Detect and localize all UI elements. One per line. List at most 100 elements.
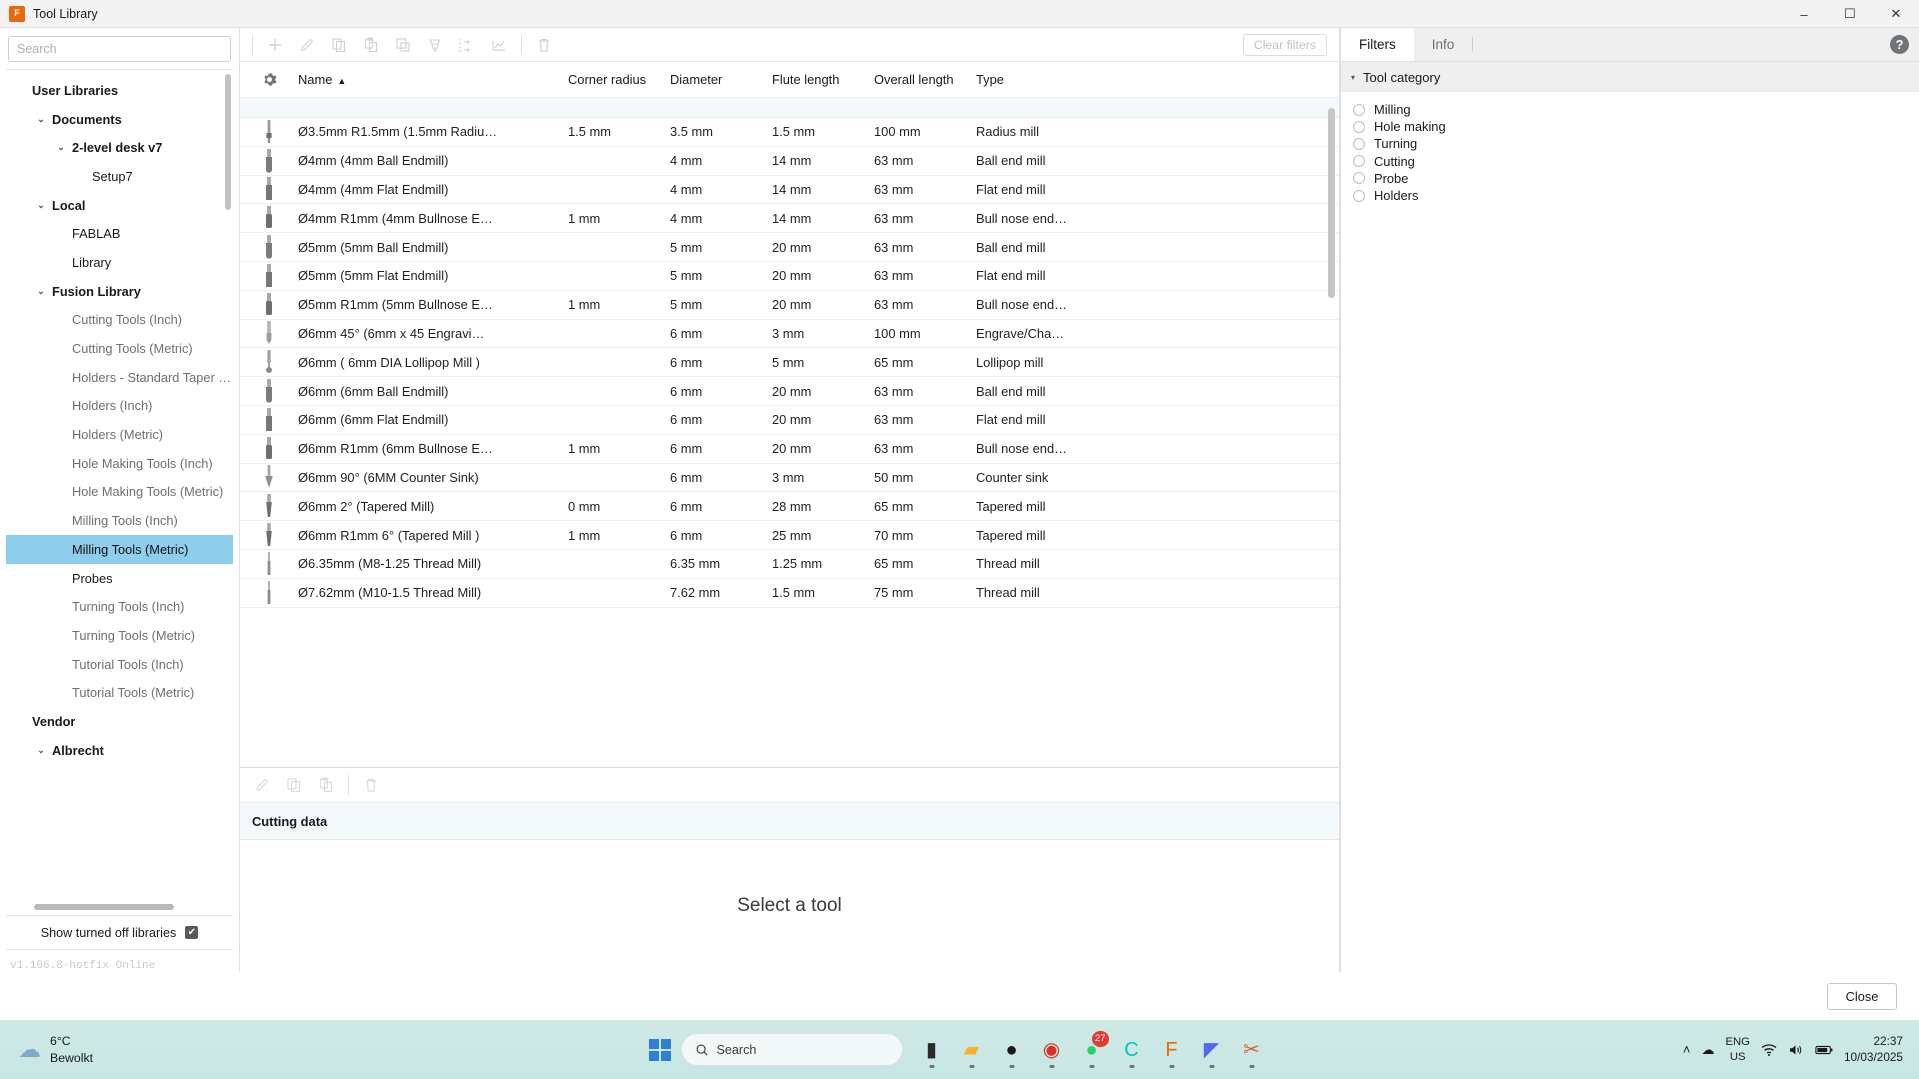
column-header-type[interactable]: Type <box>976 72 1339 87</box>
help-icon[interactable]: ? <box>1890 35 1909 54</box>
show-hidden-icons-chevron[interactable]: ˄ <box>1683 1042 1691 1057</box>
taskview-icon[interactable]: ▮ <box>913 1030 951 1070</box>
column-header-overall-length[interactable]: Overall length <box>874 72 976 87</box>
tree-item-hole-making-tools-inch[interactable]: Hole Making Tools (Inch) <box>6 449 233 478</box>
tree-item-tutorial-tools-metric[interactable]: Tutorial Tools (Metric) <box>6 678 233 707</box>
tree-item-holders-standard-taper-blank[interactable]: Holders - Standard Taper Blank <box>6 363 233 392</box>
tree-item-cutting-tools-inch[interactable]: Cutting Tools (Inch) <box>6 306 233 335</box>
radio-button[interactable] <box>1353 103 1365 116</box>
weather-widget[interactable]: ☁ 6°C Bewolkt <box>18 1033 93 1066</box>
cutting-data-tab[interactable]: Cutting data <box>240 802 1339 840</box>
filter-option-milling[interactable]: Milling <box>1341 101 1919 118</box>
table-row[interactable]: Ø7.62mm (M10-1.5 Thread Mill) 7.62 mm 1.5 … <box>240 579 1339 608</box>
tool-category-section-header[interactable]: ▾ Tool category <box>1341 62 1919 92</box>
show-turned-off-libraries-row[interactable]: Show turned off libraries ✔ <box>6 916 233 950</box>
tree-item-local[interactable]: ⌄ Local <box>6 191 233 220</box>
table-row[interactable]: Ø5mm R1mm (5mm Bullnose E… 1 mm 5 mm 20 mm 6… <box>240 291 1339 320</box>
whatsapp-icon[interactable]: ● 27 <box>1073 1030 1111 1070</box>
table-rows-container[interactable]: Ø3.5mm R1.5mm (1.5mm Radiu… 1.5 mm 3.5 mm 1… <box>240 98 1339 767</box>
table-row[interactable]: Ø3.5mm R1.5mm (1.5mm Radiu… 1.5 mm 3.5 mm 1… <box>240 118 1339 147</box>
chevron-down-icon[interactable]: ⌄ <box>54 141 68 155</box>
radio-button[interactable] <box>1353 189 1365 202</box>
tab-info[interactable]: Info <box>1414 28 1473 61</box>
table-row[interactable]: Ø6mm 45° (6mm x 45 Engravi… 6 mm 3 mm 100 m… <box>240 320 1339 349</box>
column-header-corner-radius[interactable]: Corner radius <box>568 72 670 87</box>
column-settings-gear-icon[interactable] <box>240 72 298 87</box>
table-row[interactable]: Ø6mm (6mm Flat Endmill) 6 mm 20 mm 63 mm Fla… <box>240 406 1339 435</box>
tree-item-hole-making-tools-metric[interactable]: Hole Making Tools (Metric) <box>6 478 233 507</box>
table-filter-row[interactable] <box>240 98 1339 118</box>
table-row[interactable]: Ø6mm (6mm Ball Endmill) 6 mm 20 mm 63 mm Bal… <box>240 377 1339 406</box>
chevron-down-icon[interactable]: ⌄ <box>34 112 48 126</box>
paste-tool-button[interactable] <box>355 31 387 59</box>
taskbar-search[interactable]: Search <box>680 1033 903 1066</box>
table-row[interactable]: Ø4mm R1mm (4mm Bullnose E… 1 mm 4 mm 14 mm 6… <box>240 204 1339 234</box>
cutting-data-button[interactable] <box>483 31 515 59</box>
tree-item-fablab[interactable]: FABLAB <box>6 219 233 248</box>
radio-button[interactable] <box>1353 155 1365 168</box>
capcut-icon[interactable]: C <box>1113 1030 1151 1070</box>
tree-horizontal-scrollbar[interactable] <box>34 904 174 910</box>
windows-icon[interactable] <box>648 1038 671 1061</box>
tab-filters[interactable]: Filters <box>1341 28 1414 61</box>
tree-item-library[interactable]: Library <box>6 248 233 277</box>
tree-item-turning-tools-metric[interactable]: Turning Tools (Metric) <box>6 621 233 650</box>
minimize-button[interactable]: – <box>1781 0 1827 28</box>
paste-cutting-data-button[interactable] <box>310 771 342 799</box>
clear-filters-button[interactable]: Clear filters <box>1242 34 1327 56</box>
edit-cutting-data-button[interactable] <box>246 771 278 799</box>
delete-cutting-data-button[interactable] <box>355 771 387 799</box>
tree-item-milling-tools-metric[interactable]: Milling Tools (Metric) <box>6 535 233 564</box>
onedrive-cloud-icon[interactable]: ☁ <box>1701 1042 1714 1058</box>
tree-item-holders-inch[interactable]: Holders (Inch) <box>6 392 233 421</box>
radio-button[interactable] <box>1353 137 1365 150</box>
filter-option-turning[interactable]: Turning <box>1341 135 1919 152</box>
tree-item-tutorial-tools-inch[interactable]: Tutorial Tools (Inch) <box>6 650 233 679</box>
table-row[interactable]: Ø6mm ( 6mm DIA Lollipop Mill ) 6 mm 5 mm 65… <box>240 348 1339 378</box>
filter-option-holders[interactable]: Holders <box>1341 187 1919 204</box>
radio-button[interactable] <box>1353 172 1365 185</box>
file-explorer-icon[interactable]: ▰ <box>953 1030 991 1070</box>
filter-option-cutting[interactable]: Cutting <box>1341 153 1919 170</box>
filter-option-hole-making[interactable]: Hole making <box>1341 118 1919 135</box>
tree-item-holders-metric[interactable]: Holders (Metric) <box>6 420 233 449</box>
new-tool-button[interactable] <box>259 31 291 59</box>
table-row[interactable]: Ø6mm 2° (Tapered Mill) 0 mm 6 mm 28 mm 65 mm… <box>240 492 1339 522</box>
delete-tool-button[interactable] <box>528 31 560 59</box>
table-row[interactable]: Ø6mm R1mm 6° (Tapered Mill ) 1 mm 6 mm 25 m… <box>240 521 1339 550</box>
tree-item-turning-tools-inch[interactable]: Turning Tools (Inch) <box>6 592 233 621</box>
tree-item-cutting-tools-metric[interactable]: Cutting Tools (Metric) <box>6 334 233 363</box>
table-row[interactable]: Ø5mm (5mm Ball Endmill) 5 mm 20 mm 63 mm Bal… <box>240 233 1339 262</box>
table-row[interactable]: Ø5mm (5mm Flat Endmill) 5 mm 20 mm 63 mm Fla… <box>240 262 1339 291</box>
clock[interactable]: 22:37 10/03/2025 <box>1844 1034 1903 1065</box>
camera-app-icon[interactable]: ● <box>993 1030 1031 1070</box>
tree-item-user-libraries[interactable]: User Libraries <box>6 76 233 105</box>
copy-tool-button[interactable] <box>323 31 355 59</box>
table-row[interactable]: Ø6.35mm (M8-1.25 Thread Mill) 6.35 mm 1.25… <box>240 550 1339 579</box>
tree-vertical-scrollbar[interactable] <box>225 74 231 210</box>
volume-icon[interactable] <box>1788 1043 1804 1057</box>
tree-item-albrecht[interactable]: ⌄ Albrecht <box>6 736 233 765</box>
radio-button[interactable] <box>1353 120 1365 133</box>
column-header-name[interactable]: Name ▲ <box>298 72 568 87</box>
column-header-diameter[interactable]: Diameter <box>670 72 772 87</box>
tree-item-fusion-library[interactable]: ⌄ Fusion Library <box>6 277 233 306</box>
fusion-360-icon[interactable]: F <box>1153 1030 1191 1070</box>
tree-item-milling-tools-inch[interactable]: Milling Tools (Inch) <box>6 506 233 535</box>
renumber-button[interactable]: 12 <box>451 31 483 59</box>
chevron-down-icon[interactable]: ⌄ <box>34 284 48 298</box>
column-header-flute-length[interactable]: Flute length <box>772 72 874 87</box>
show-turned-off-checkbox[interactable]: ✔ <box>185 926 199 939</box>
chevron-down-icon[interactable]: ⌄ <box>34 743 48 757</box>
duplicate-tool-button[interactable] <box>387 31 419 59</box>
tree-item-2-level-desk-v7[interactable]: ⌄ 2-level desk v7 <box>6 133 233 162</box>
battery-icon[interactable] <box>1815 1044 1833 1056</box>
library-tree[interactable]: User Libraries ⌄ Documents ⌄ 2-level desk v7… <box>6 69 233 916</box>
snipping-tool-icon[interactable]: ✂ <box>1233 1030 1271 1070</box>
table-row[interactable]: Ø4mm (4mm Ball Endmill) 4 mm 14 mm 63 mm Bal… <box>240 147 1339 176</box>
copy-cutting-data-button[interactable] <box>278 771 310 799</box>
search-input[interactable] <box>8 36 231 62</box>
photos-icon[interactable]: ◤ <box>1193 1030 1231 1070</box>
tree-item-probes[interactable]: Probes <box>6 564 233 593</box>
table-row[interactable]: Ø4mm (4mm Flat Endmill) 4 mm 14 mm 63 mm Fla… <box>240 176 1339 205</box>
